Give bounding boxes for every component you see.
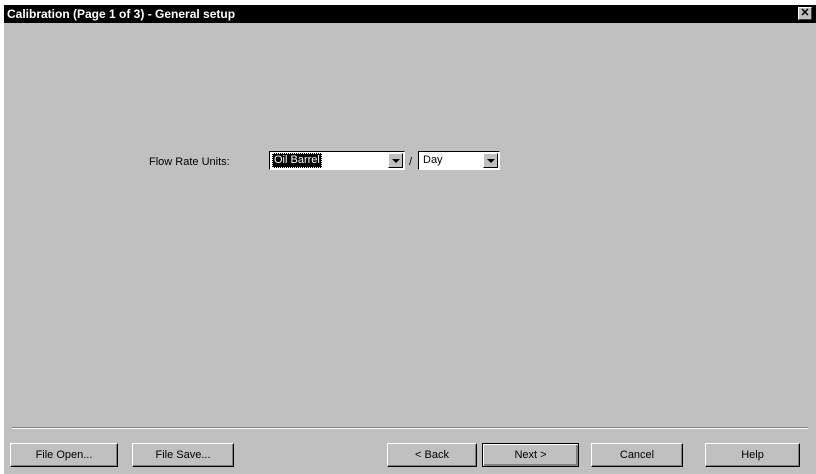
back-button[interactable]: < Back — [387, 443, 477, 467]
next-button[interactable]: Next > — [482, 443, 579, 467]
title-bar[interactable]: Calibration (Page 1 of 3) - General setu… — [4, 5, 816, 23]
time-unit-select[interactable]: Day — [418, 151, 500, 170]
button-divider — [12, 427, 808, 429]
flow-rate-units-label: Flow Rate Units: — [149, 156, 230, 168]
file-save-button[interactable]: File Save... — [132, 443, 234, 467]
help-button[interactable]: Help — [705, 443, 800, 467]
chevron-down-icon[interactable] — [388, 153, 403, 168]
window-title: Calibration (Page 1 of 3) - General setu… — [7, 7, 236, 21]
close-button[interactable]: ✕ — [798, 7, 812, 20]
time-unit-value: Day — [423, 154, 443, 166]
file-open-button[interactable]: File Open... — [10, 443, 118, 467]
cancel-button[interactable]: Cancel — [591, 443, 683, 467]
volume-unit-select[interactable]: Oil Barrel — [269, 151, 405, 170]
chevron-down-icon[interactable] — [483, 153, 498, 168]
volume-unit-value: Oil Barrel — [272, 153, 322, 168]
close-icon: ✕ — [800, 7, 810, 19]
calibration-dialog: Calibration (Page 1 of 3) - General setu… — [4, 5, 816, 474]
unit-separator: / — [409, 156, 413, 168]
